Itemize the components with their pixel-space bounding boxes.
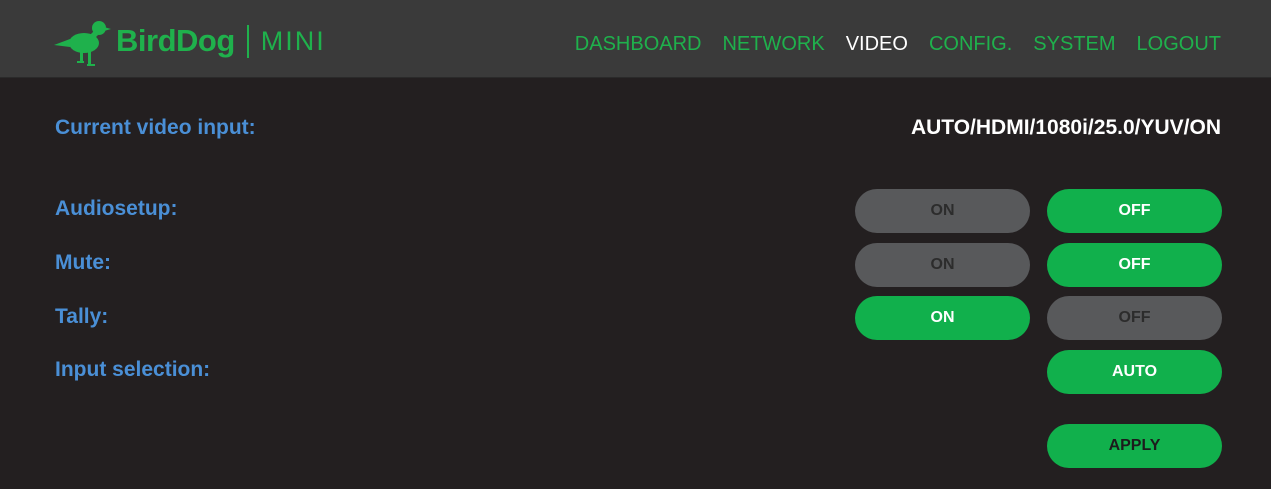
audiosetup-on-button[interactable]: ON xyxy=(855,189,1030,233)
audiosetup-off-button[interactable]: OFF xyxy=(1047,189,1222,233)
nav-dashboard[interactable]: DASHBOARD xyxy=(575,33,702,56)
main-nav: DASHBOARD NETWORK VIDEO CONFIG. SYSTEM L… xyxy=(575,33,1221,56)
nav-logout[interactable]: LOGOUT xyxy=(1137,33,1221,56)
mute-off-button[interactable]: OFF xyxy=(1047,243,1222,287)
top-header: BirdDog MINI DASHBOARD NETWORK VIDEO CON… xyxy=(0,0,1271,78)
nav-system[interactable]: SYSTEM xyxy=(1033,33,1115,56)
input-selection-button[interactable]: AUTO xyxy=(1047,350,1222,394)
current-video-input-label: Current video input: xyxy=(55,116,256,139)
logo-divider xyxy=(246,24,249,58)
bird-dog-icon xyxy=(54,21,111,66)
brand-name: BirdDog xyxy=(116,23,235,58)
brand-model: MINI xyxy=(260,25,326,56)
nav-config[interactable]: CONFIG. xyxy=(929,33,1012,56)
mute-label: Mute: xyxy=(55,251,111,274)
apply-button[interactable]: APPLY xyxy=(1047,424,1222,468)
audiosetup-label: Audiosetup: xyxy=(55,197,178,220)
nav-network[interactable]: NETWORK xyxy=(722,33,824,56)
current-video-input-value: AUTO/HDMI/1080i/25.0/YUV/ON xyxy=(910,116,1221,139)
mute-on-button[interactable]: ON xyxy=(855,243,1030,287)
tally-on-button[interactable]: ON xyxy=(855,296,1030,340)
input-selection-label: Input selection: xyxy=(55,358,211,381)
brand-logo[interactable]: BirdDog MINI xyxy=(54,14,326,68)
tally-label: Tally: xyxy=(55,305,109,328)
nav-video[interactable]: VIDEO xyxy=(846,33,908,56)
tally-off-button[interactable]: OFF xyxy=(1047,296,1222,340)
